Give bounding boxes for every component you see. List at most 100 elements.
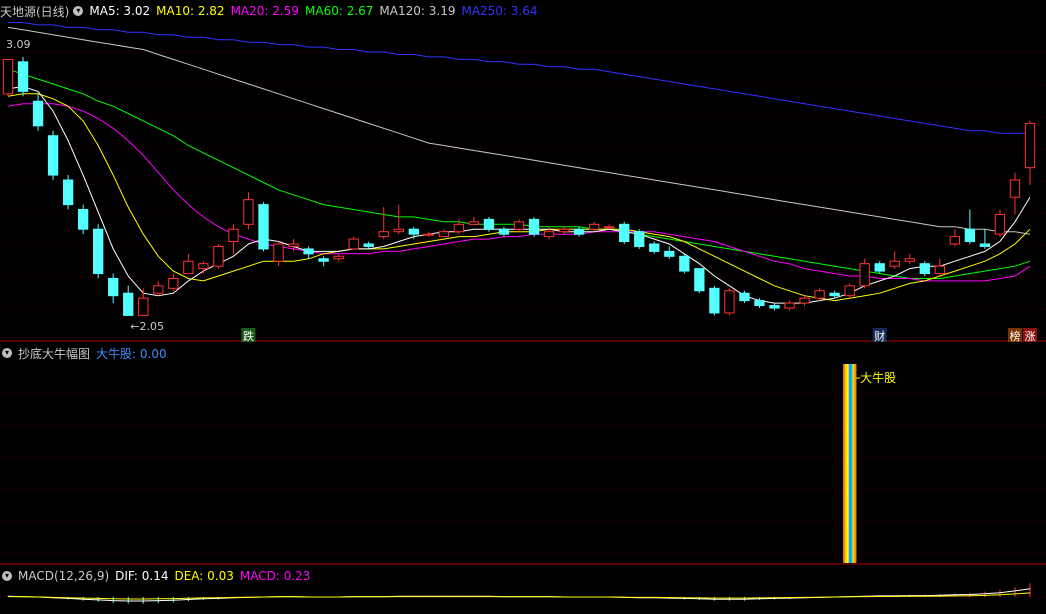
candle <box>423 233 434 236</box>
candle <box>333 255 344 260</box>
candle <box>964 228 976 243</box>
macd-title: MACD(12,26,9) <box>18 569 110 583</box>
candle <box>919 263 930 275</box>
macd-pane-header: ▾ MACD(12,26,9) DIF: 0.14 DEA: 0.03 MACD… <box>0 568 316 584</box>
candle <box>168 277 179 289</box>
candle <box>123 292 134 316</box>
event-marker: 榜 <box>1009 329 1020 343</box>
candle <box>93 228 104 275</box>
main-pane-header: 天地源(日线) ▾ MA5: 3.02 MA10: 2.82 MA20: 2.59 M… <box>0 3 550 19</box>
candle <box>724 290 735 314</box>
candle <box>889 260 900 267</box>
signal-bar-stripe <box>854 364 857 563</box>
candle <box>543 231 555 238</box>
candle <box>213 245 224 267</box>
candle <box>108 277 119 297</box>
candle <box>649 243 660 252</box>
event-marker: 财 <box>874 329 885 343</box>
ma-legend-item: MA10: 2.82 <box>156 4 225 18</box>
candle <box>138 297 149 316</box>
candle <box>17 61 29 92</box>
ma-legend-item: MA250: 3.64 <box>461 4 538 18</box>
candle <box>604 226 615 229</box>
candle <box>318 258 329 262</box>
candle <box>799 297 810 304</box>
candle <box>1009 179 1021 198</box>
candle <box>303 248 314 255</box>
candle <box>784 302 795 309</box>
candle <box>453 223 465 233</box>
candle <box>664 250 675 257</box>
candle <box>859 263 870 287</box>
stock-title: 天地源(日线) <box>0 4 70 19</box>
macd-dea: DEA: 0.03 <box>174 569 234 583</box>
ma-legend-item: MA60: 2.67 <box>305 4 374 18</box>
candle <box>32 100 44 127</box>
candle <box>979 243 991 247</box>
candle <box>934 265 945 275</box>
candle <box>483 218 495 230</box>
candle <box>769 305 780 309</box>
candle <box>904 258 915 262</box>
candle <box>258 204 269 250</box>
signal-bar-stripe <box>843 364 846 563</box>
candle <box>2 58 14 95</box>
indicator-title: 抄底大牛幅图 <box>18 346 91 361</box>
candle <box>62 179 74 206</box>
high-price-label: 3.09 <box>6 38 31 51</box>
stock-chart[interactable]: 3.09 ←2.05 跌 财 榜涨大牛股 <box>0 0 1046 614</box>
event-marker: 跌 <box>243 329 254 343</box>
signal-bar-stripe <box>845 364 848 563</box>
indicator-value: 大牛股: 0.00 <box>96 346 167 361</box>
chevron-down-icon[interactable]: ▾ <box>2 348 12 358</box>
candle <box>288 243 299 247</box>
candle <box>498 228 510 235</box>
ma-legend-item: MA120: 3.19 <box>379 4 456 18</box>
candle <box>153 285 164 294</box>
ma120-line <box>7 26 1031 235</box>
candle <box>438 231 450 238</box>
candle <box>183 260 194 275</box>
candle <box>408 228 419 235</box>
macd-value: MACD: 0.23 <box>239 569 311 583</box>
signal-label: 大牛股 <box>860 370 896 385</box>
candle <box>47 135 59 176</box>
candle <box>844 285 855 297</box>
ma-legend-item: MA5: 3.02 <box>89 4 151 18</box>
chevron-down-icon[interactable]: ▾ <box>2 571 12 581</box>
candle <box>348 238 359 250</box>
chevron-down-icon[interactable]: ▾ <box>73 6 84 16</box>
event-marker: 涨 <box>1025 330 1036 343</box>
candle <box>829 292 840 297</box>
candle <box>363 243 374 247</box>
candle <box>528 218 540 235</box>
low-price-label: ←2.05 <box>130 320 164 333</box>
candle <box>588 223 600 230</box>
candle <box>558 228 570 233</box>
candle <box>754 300 765 307</box>
candle <box>739 292 750 302</box>
signal-bar-stripe <box>848 364 851 563</box>
candle <box>198 263 209 270</box>
candle <box>679 255 690 272</box>
candle <box>949 236 961 245</box>
candle <box>228 228 239 243</box>
candle <box>814 290 825 299</box>
candle <box>513 221 525 230</box>
candle <box>468 221 480 225</box>
candle <box>874 263 885 272</box>
candle <box>573 228 585 235</box>
candle <box>378 231 389 238</box>
candle <box>634 231 645 247</box>
ma-legend-item: MA20: 2.59 <box>230 4 299 18</box>
candle <box>994 213 1006 235</box>
indicator-pane-header: ▾ 抄底大牛幅图 大牛股: 0.00 <box>0 345 173 361</box>
candle <box>393 228 404 233</box>
macd-dif: DIF: 0.14 <box>115 569 169 583</box>
signal-bar-stripe <box>852 364 855 563</box>
candle <box>77 209 89 230</box>
signal-bar-stripe <box>846 364 850 563</box>
ma60-line <box>7 68 1031 279</box>
candle <box>1024 122 1036 169</box>
candle <box>709 287 720 314</box>
